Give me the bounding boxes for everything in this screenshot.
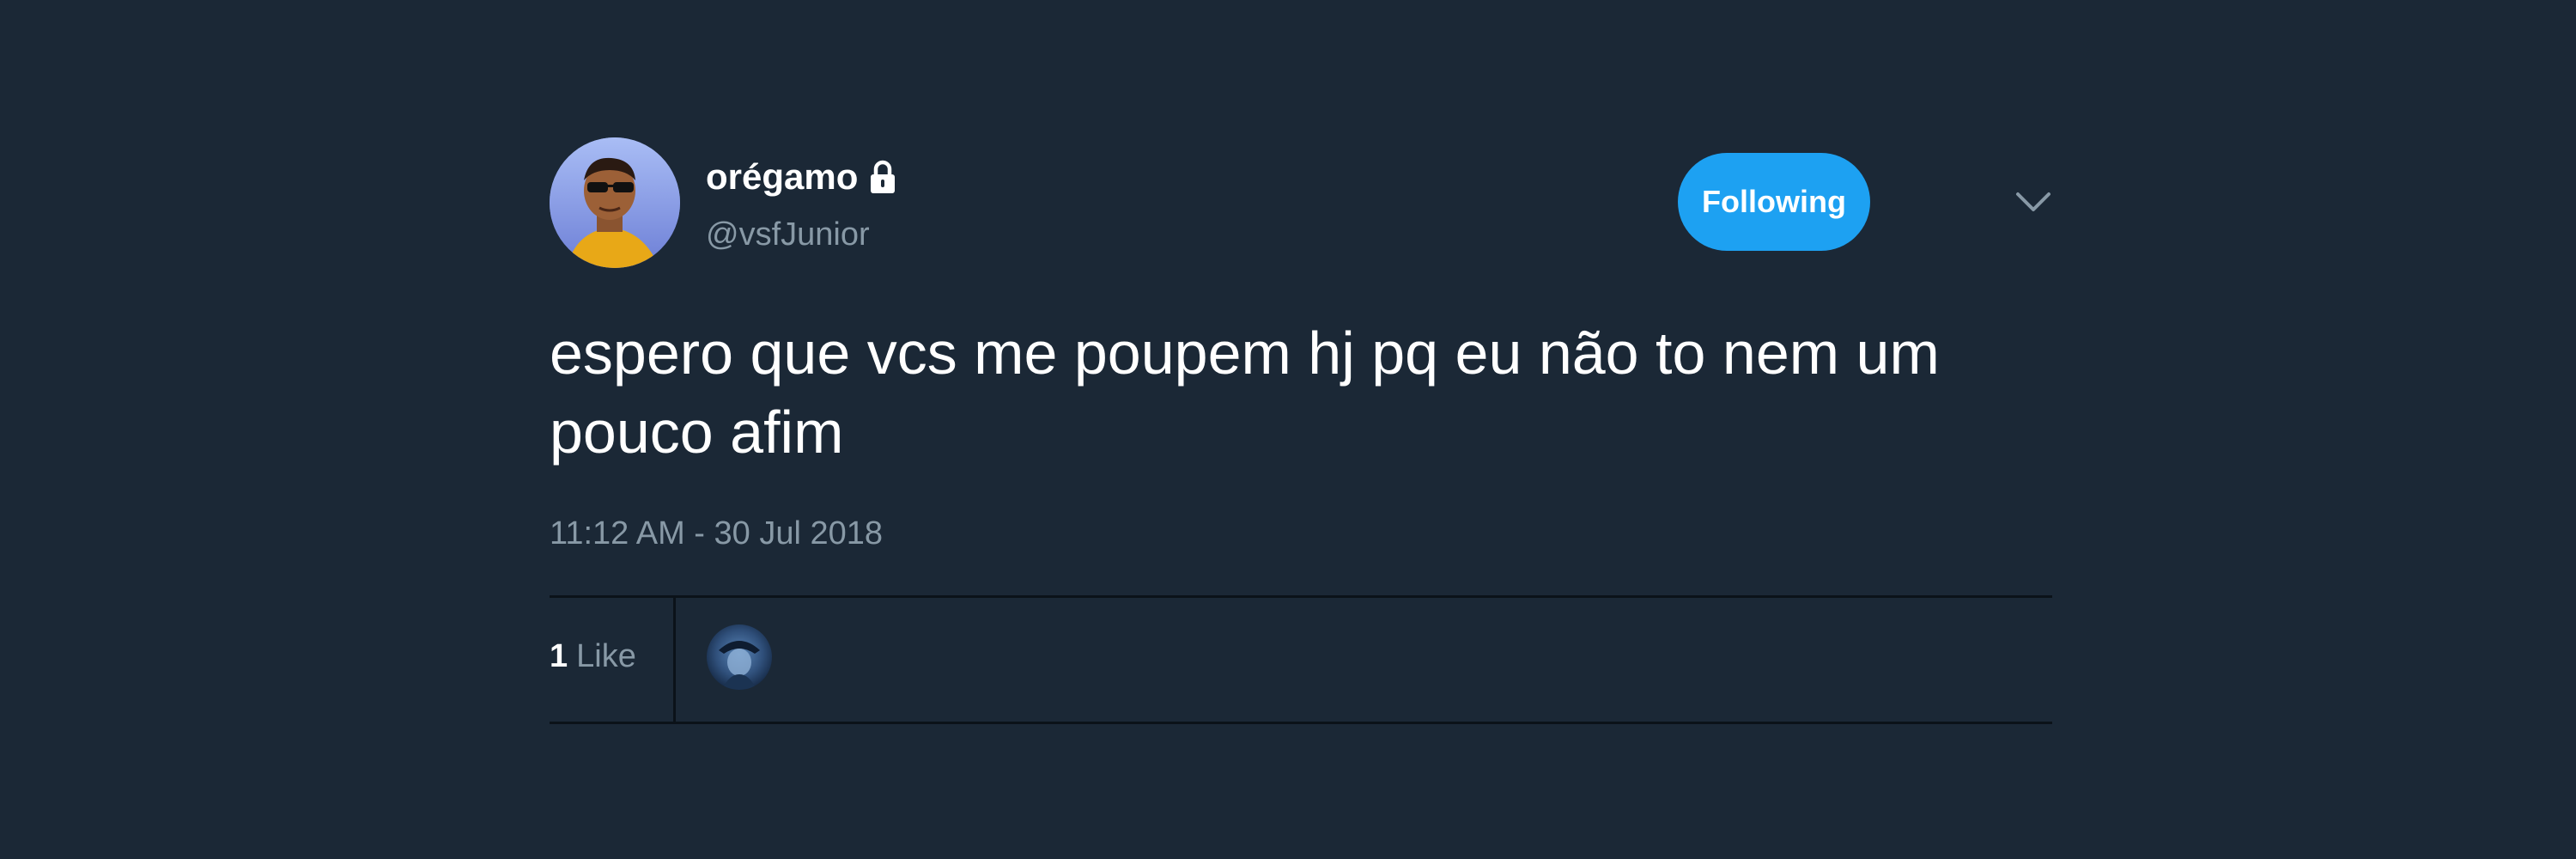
author-handle[interactable]: @vsfJunior	[706, 216, 870, 253]
stats-separator	[673, 598, 676, 722]
divider-top	[550, 595, 2052, 598]
liker-photo-icon	[707, 624, 772, 690]
author-display-name[interactable]: orégamo	[706, 156, 858, 198]
tweet-text: espero que vcs me poupem hj pq eu não to…	[550, 320, 1940, 466]
likes-stat[interactable]: 1 Like	[550, 638, 636, 675]
likes-count: 1	[550, 638, 568, 674]
divider-bottom	[550, 722, 2052, 724]
tweet-timestamp[interactable]: 11:12 AM - 30 Jul 2018	[550, 515, 883, 552]
chevron-down-icon[interactable]	[2013, 189, 2054, 215]
lock-icon	[870, 159, 896, 195]
tweet-card: orégamo @vsfJunior Following espero que …	[550, 137, 2052, 739]
following-button[interactable]: Following	[1678, 153, 1870, 251]
avatar-photo-icon	[550, 137, 680, 268]
likes-label: Like	[576, 638, 636, 674]
author-name-row: orégamo	[706, 151, 896, 203]
author-avatar[interactable]	[550, 137, 680, 268]
liker-avatar[interactable]	[707, 624, 772, 690]
